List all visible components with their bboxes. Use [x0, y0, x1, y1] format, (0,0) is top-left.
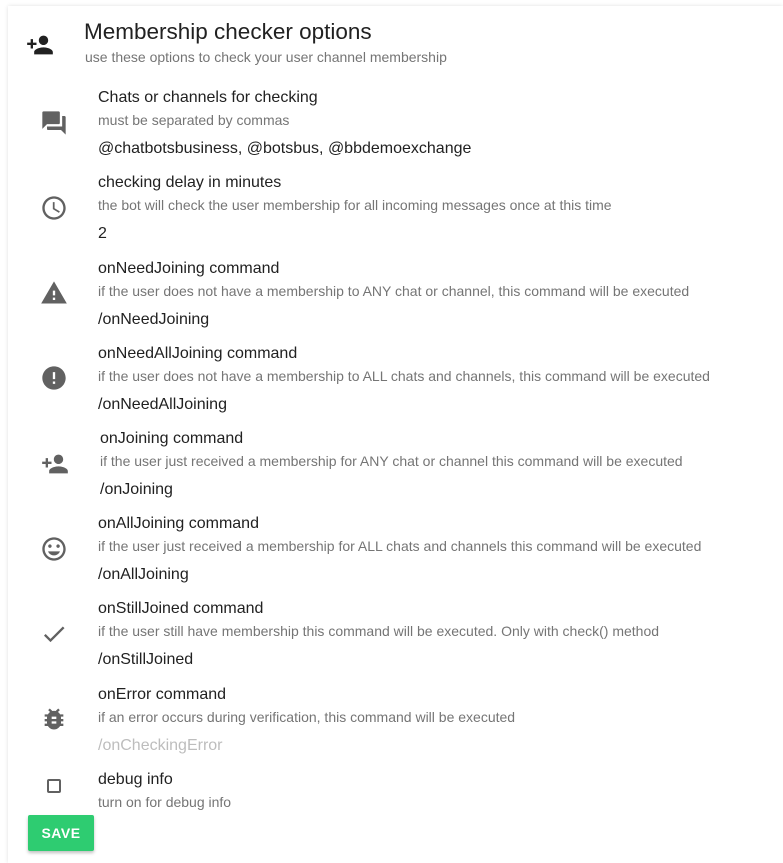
debug-label: debug info: [98, 771, 173, 788]
on-all-joining-input[interactable]: [98, 564, 718, 586]
error-icon: [42, 366, 66, 390]
field-label: onAllJoining command: [98, 515, 259, 532]
field-hint: if the user just received a membership f…: [98, 538, 702, 554]
on-joining-input[interactable]: [100, 479, 720, 501]
field-hint: if the user still have membership this c…: [98, 623, 660, 639]
smiley-icon: [42, 537, 66, 561]
warning-icon: [41, 281, 67, 304]
field-hint: if the user does not have a membership t…: [98, 283, 690, 299]
person-add-icon: [42, 454, 68, 474]
field-hint: if an error occurs during verification, …: [98, 709, 516, 725]
check-icon: [43, 626, 65, 643]
on-still-joined-input[interactable]: [98, 649, 718, 671]
chat-icon: [42, 111, 66, 135]
field-hint: the bot will check the user membership f…: [98, 197, 612, 213]
on-need-joining-input[interactable]: [98, 309, 718, 331]
field-label: onStillJoined command: [98, 600, 264, 617]
field-label: onError command: [98, 686, 227, 703]
debug-hint: turn on for debug info: [98, 794, 232, 810]
field-label: Chats or channels for checking: [98, 89, 318, 106]
field-hint: if the user just received a membership f…: [100, 453, 683, 469]
debug-checkbox[interactable]: [47, 779, 61, 793]
field-label: checking delay in minutes: [98, 174, 282, 191]
page-title: Membership checker options: [84, 19, 372, 44]
field-label: onNeedJoining command: [98, 260, 280, 277]
page-subtitle: use these options to check your user cha…: [85, 49, 447, 65]
person-add-icon: [27, 35, 53, 55]
field-hint: must be separated by commas: [98, 112, 290, 128]
clock-icon: [42, 196, 66, 220]
field-hint: if the user does not have a membership t…: [98, 368, 710, 384]
save-button[interactable]: SAVE: [28, 815, 94, 851]
field-label: onJoining command: [100, 430, 244, 447]
delay-input[interactable]: [98, 223, 718, 245]
field-label: onNeedAllJoining command: [98, 345, 298, 362]
on-error-input[interactable]: [98, 735, 718, 757]
bug-icon: [44, 708, 64, 730]
on-need-all-joining-input[interactable]: [98, 394, 718, 416]
chats-input[interactable]: [98, 138, 718, 160]
